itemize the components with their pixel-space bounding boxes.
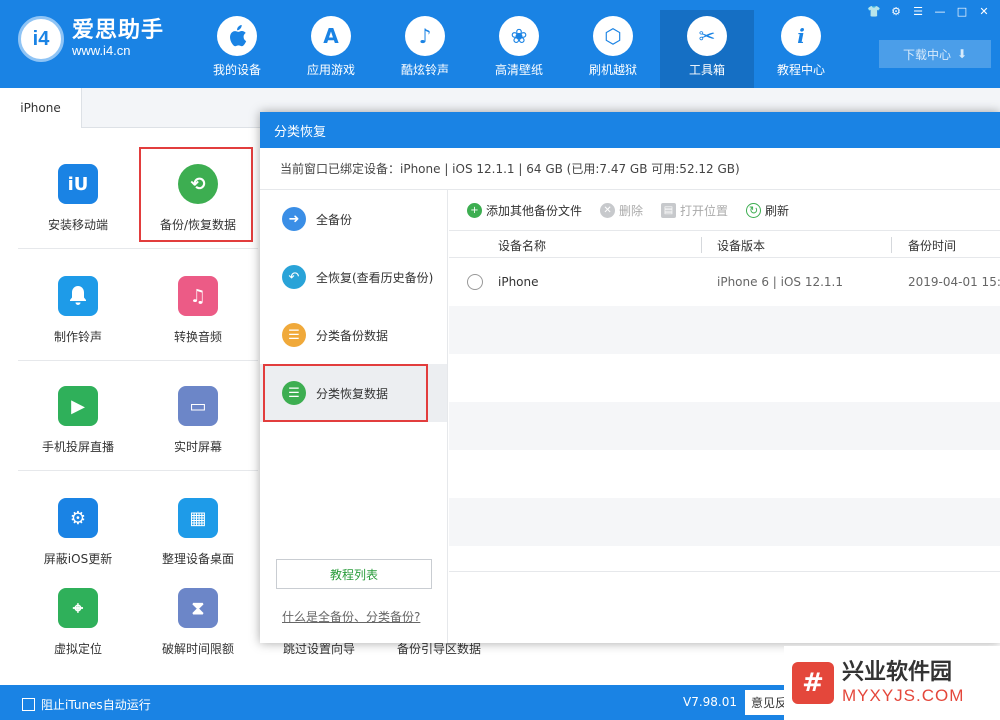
- table-row[interactable]: iPhone iPhone 6 | iOS 12.1.1 2019-04-01 …: [449, 258, 1000, 306]
- nav-wallpapers[interactable]: ❀ 高清壁纸: [472, 10, 566, 88]
- hash-logo-icon: #: [792, 662, 834, 704]
- nav-apps-games[interactable]: A 应用游戏: [284, 10, 378, 88]
- app-url: www.i4.cn: [72, 43, 131, 58]
- side-item-full-backup[interactable]: ➜ 全备份: [260, 190, 447, 248]
- tool-convert-audio[interactable]: ♫ 转换音频: [138, 248, 258, 358]
- refresh-button[interactable]: ↻ 刷新: [746, 202, 789, 219]
- watermark-title: 兴业软件园: [842, 660, 953, 685]
- settings-icon[interactable]: ⚙: [888, 3, 904, 19]
- main-nav: 我的设备 A 应用游戏 ♪ 酷炫铃声 ❀ 高清壁纸 ⬡ 刷机越狱 ✂ 工具箱 i…: [190, 0, 848, 88]
- minimize-icon[interactable]: —: [932, 3, 948, 19]
- backup-list-panel: + 添加其他备份文件 ✕ 删除 ▤ 打开位置 ↻ 刷新 设备名称 设备版本 备份…: [449, 190, 1000, 643]
- cell-device-version: iPhone 6 | iOS 12.1.1: [717, 275, 844, 289]
- watermark-url: MYXYJS.COM: [842, 686, 965, 705]
- nav-tutorials[interactable]: i 教程中心: [754, 10, 848, 88]
- empty-row: [449, 402, 1000, 450]
- row-radio[interactable]: [467, 274, 483, 290]
- delete-button[interactable]: ✕ 删除: [600, 202, 643, 219]
- music-note-icon: ♫: [178, 276, 218, 316]
- tool-virtual-location[interactable]: ⌖ 虚拟定位: [18, 560, 138, 670]
- appstore-icon: A: [311, 16, 351, 56]
- app-logo: i4 爱思助手 www.i4.cn: [18, 16, 164, 62]
- box-icon: ⬡: [593, 16, 633, 56]
- folder-icon: ▤: [661, 202, 677, 218]
- checkbox-icon[interactable]: [22, 698, 35, 711]
- open-location-button[interactable]: ▤ 打开位置: [661, 202, 728, 219]
- skin-icon[interactable]: 👕: [866, 3, 882, 19]
- nav-ringtones[interactable]: ♪ 酷炫铃声: [378, 10, 472, 88]
- tool-install-mobile[interactable]: iU 安装移动端: [18, 136, 138, 246]
- side-item-full-restore[interactable]: ↶ 全恢复(查看历史备份): [260, 248, 447, 306]
- location-pin-icon: ⌖: [58, 588, 98, 628]
- table-header: 设备名称 设备版本 备份时间: [449, 230, 1000, 258]
- empty-row: [449, 306, 1000, 354]
- i4-app-icon: iU: [58, 164, 98, 204]
- empty-row: [449, 450, 1000, 498]
- close-icon[interactable]: ✕: [976, 3, 992, 19]
- window-controls: 👕 ⚙ ☰ — □ ✕: [866, 3, 992, 19]
- info-icon: i: [781, 16, 821, 56]
- tool-realtime-screen[interactable]: ▭ 实时屏幕: [138, 358, 258, 468]
- tool-break-time-limit[interactable]: ⧗ 破解时间限额: [138, 560, 258, 670]
- plus-icon: +: [467, 202, 482, 218]
- flower-icon: ❀: [499, 16, 539, 56]
- menu-icon[interactable]: ☰: [910, 3, 926, 19]
- i4-logo-icon: i4: [18, 16, 64, 62]
- cell-device-name: iPhone: [498, 275, 539, 289]
- column-backup-time[interactable]: 备份时间: [908, 231, 956, 259]
- tutorial-list-button[interactable]: 教程列表: [276, 559, 432, 589]
- maximize-icon[interactable]: □: [954, 3, 970, 19]
- delete-icon: ✕: [600, 202, 616, 218]
- refresh-icon: ↻: [746, 202, 762, 218]
- tool-make-ringtone[interactable]: 制作铃声: [18, 248, 138, 358]
- add-backup-button[interactable]: + 添加其他备份文件: [467, 202, 582, 219]
- empty-row: [449, 498, 1000, 546]
- gear-block-icon: ⚙: [58, 498, 98, 538]
- full-restore-icon: ↶: [282, 265, 306, 289]
- screen-cast-icon: ▶: [58, 386, 98, 426]
- empty-row: [449, 354, 1000, 402]
- category-restore-dialog: 分类恢复 当前窗口已绑定设备：iPhone | iOS 12.1.1 | 64 …: [260, 112, 1000, 643]
- tools-icon: ✂: [687, 16, 727, 56]
- backup-help-link[interactable]: 什么是全备份、分类备份?: [282, 608, 420, 625]
- side-item-category-backup[interactable]: ☰ 分类备份数据: [260, 306, 447, 364]
- nav-flash-jailbreak[interactable]: ⬡ 刷机越狱: [566, 10, 660, 88]
- nav-toolbox[interactable]: ✂ 工具箱: [660, 10, 754, 88]
- app-title: 爱思助手: [72, 18, 165, 43]
- ringtone-bell-icon: [58, 276, 98, 316]
- highlight-backup-restore: [139, 147, 253, 242]
- hourglass-icon: ⧗: [178, 588, 218, 628]
- nav-my-device[interactable]: 我的设备: [190, 10, 284, 88]
- download-icon: ⬇: [956, 47, 968, 61]
- grid-icon: ▦: [178, 498, 218, 538]
- full-backup-icon: ➜: [282, 207, 306, 231]
- divider: [449, 571, 1000, 572]
- dialog-title: 分类恢复: [260, 112, 1000, 148]
- download-center-button[interactable]: 下载中心 ⬇: [879, 40, 991, 68]
- bell-icon: ♪: [405, 16, 445, 56]
- category-backup-icon: ☰: [282, 323, 306, 347]
- highlight-category-restore: [263, 364, 428, 422]
- monitor-icon: ▭: [178, 386, 218, 426]
- column-device-version[interactable]: 设备版本: [717, 231, 765, 259]
- backup-toolbar: + 添加其他备份文件 ✕ 删除 ▤ 打开位置 ↻ 刷新: [449, 190, 1000, 230]
- tool-screen-cast-live[interactable]: ▶ 手机投屏直播: [18, 358, 138, 468]
- block-itunes-checkbox[interactable]: 阻止iTunes自动运行: [22, 696, 151, 713]
- top-bar: i4 爱思助手 www.i4.cn 我的设备 A 应用游戏 ♪ 酷炫铃声 ❀ 高…: [0, 0, 1000, 88]
- column-device-name[interactable]: 设备名称: [498, 231, 546, 259]
- tab-iphone[interactable]: iPhone: [0, 88, 82, 128]
- site-watermark: # 兴业软件园 MYXYJS.COM: [784, 646, 1000, 720]
- cell-backup-time: 2019-04-01 15:4: [908, 275, 1000, 289]
- apple-icon: [217, 16, 257, 56]
- device-info: 当前窗口已绑定设备：iPhone | iOS 12.1.1 | 64 GB (已…: [260, 148, 1000, 190]
- version-label: V7.98.01: [683, 695, 738, 709]
